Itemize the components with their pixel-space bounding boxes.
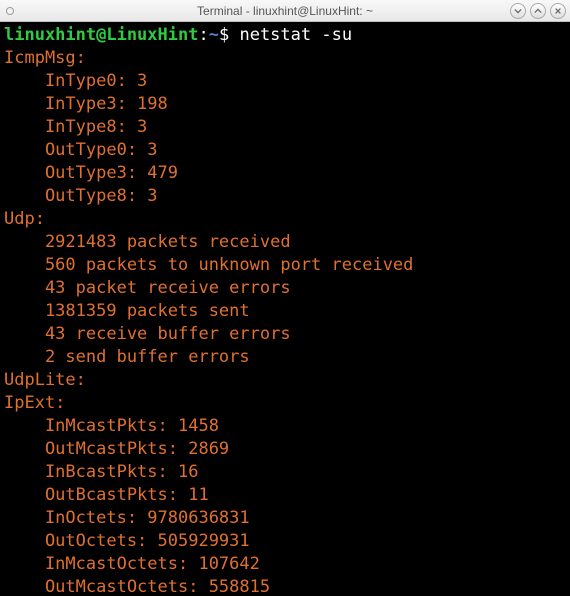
window-titlebar: Terminal - linuxhint@LinuxHint: ~ [0,0,570,22]
output-line: InType0: 3 [4,70,566,93]
output-line: InMcastOctets: 107642 [4,553,566,576]
output-line: OutBcastPkts: 11 [4,484,566,507]
udplite-header: UdpLite: [4,369,566,392]
window-title: Terminal - linuxhint@LinuxHint: ~ [197,4,373,18]
titlebar-menu-dot[interactable] [6,7,14,15]
output-line: OutType8: 3 [4,185,566,208]
close-button[interactable] [550,3,566,19]
command-text: netstat -su [229,25,352,45]
prompt-user-host: linuxhint@LinuxHint [4,25,198,45]
output-line: 560 packets to unknown port received [4,254,566,277]
output-line: InOctets: 9780636831 [4,507,566,530]
command-value: netstat -su [239,25,352,45]
output-line: 2921483 packets received [4,231,566,254]
minimize-button[interactable] [510,3,526,19]
window-controls [510,3,566,19]
output-line: 43 packet receive errors [4,277,566,300]
prompt-path: ~ [209,25,219,45]
udp-header: Udp: [4,208,566,231]
maximize-button[interactable] [530,3,546,19]
output-line: OutMcastPkts: 2869 [4,438,566,461]
output-line: InType8: 3 [4,116,566,139]
output-line: OutMcastOctets: 558815 [4,576,566,596]
output-line: OutType3: 479 [4,162,566,185]
terminal-content[interactable]: linuxhint@LinuxHint:~$ netstat -su IcmpM… [0,22,570,596]
ipext-header: IpExt: [4,392,566,415]
output-line: 1381359 packets sent [4,300,566,323]
output-line: InMcastPkts: 1458 [4,415,566,438]
output-line: OutOctets: 505929931 [4,530,566,553]
chevron-down-icon [514,7,522,15]
output-line: InBcastPkts: 16 [4,461,566,484]
output-line: 2 send buffer errors [4,346,566,369]
close-icon [554,7,562,15]
icmp-header: IcmpMsg: [4,47,566,70]
output-line: InType3: 198 [4,93,566,116]
chevron-up-icon [534,7,542,15]
prompt-colon: : [198,25,208,45]
output-line: OutType0: 3 [4,139,566,162]
prompt-dollar: $ [219,25,229,45]
output-line: 43 receive buffer errors [4,323,566,346]
